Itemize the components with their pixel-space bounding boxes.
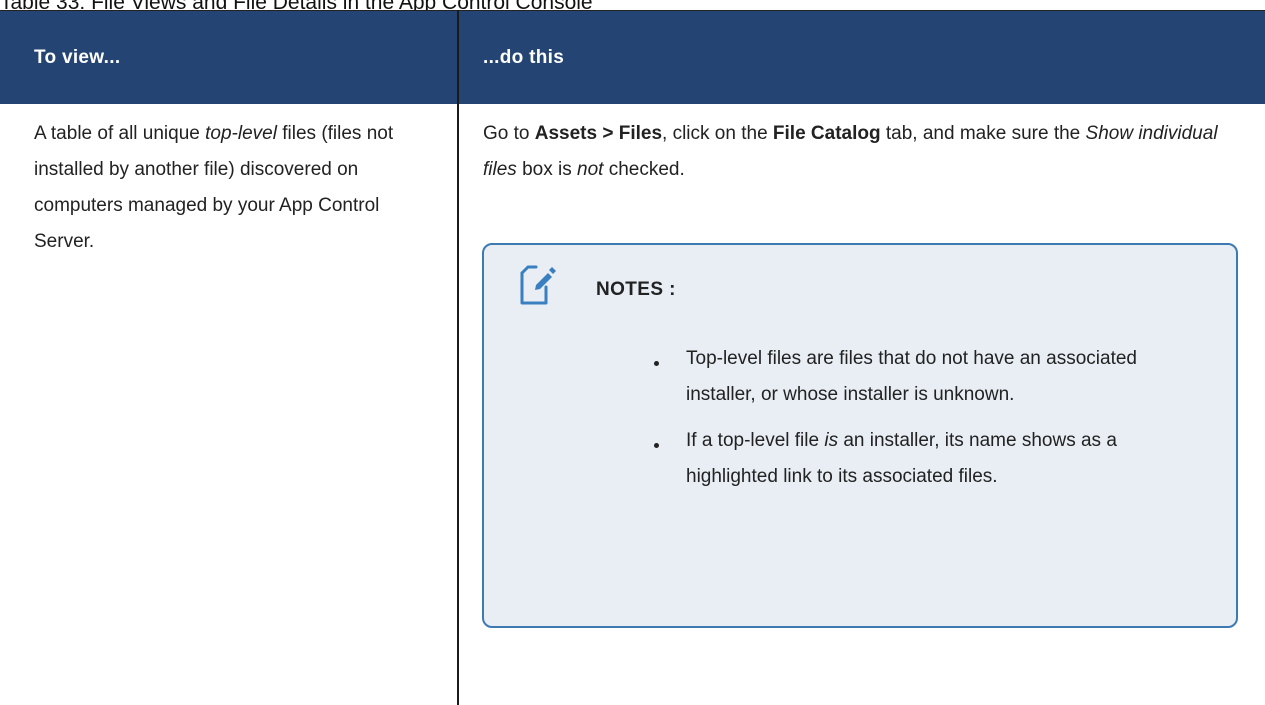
note-pencil-icon	[518, 265, 558, 307]
notes-list: Top-level files are files that do not ha…	[644, 341, 1204, 505]
table-header: To view... ...do this	[0, 11, 1265, 104]
menu-path-assets-files: Assets > Files	[534, 123, 663, 144]
list-item: If a top-level file is an installer, its…	[644, 423, 1204, 495]
cell-text-italic: not	[577, 159, 604, 180]
column-divider	[457, 10, 459, 705]
note-text: If a top-level file	[686, 430, 825, 451]
cell-text: A table of all unique	[34, 123, 206, 144]
cell-text-italic: top-level	[205, 123, 277, 144]
bullet-icon	[654, 443, 659, 448]
cell-text: tab, and make sure the	[880, 123, 1086, 144]
file-catalog-tab-name: File Catalog	[772, 123, 881, 144]
row-view-cell: A table of all unique top-level files (f…	[34, 116, 434, 260]
row-action-cell: Go to Assets > Files, click on the File …	[483, 116, 1253, 188]
column-header-to-view: To view...	[34, 46, 121, 68]
bullet-icon	[654, 361, 659, 366]
notes-title: NOTES :	[596, 279, 676, 300]
notes-callout: NOTES : Top-level files are files that d…	[482, 243, 1238, 628]
note-text-italic: is	[824, 430, 839, 451]
cell-text: checked.	[603, 159, 685, 180]
file-views-table: To view... ...do this A table of all uni…	[0, 10, 1265, 705]
cell-text: box is	[516, 159, 577, 180]
cell-text: , click on the	[662, 123, 773, 144]
cell-text: Go to	[483, 123, 535, 144]
list-item: Top-level files are files that do not ha…	[644, 341, 1204, 413]
column-header-do-this: ...do this	[483, 46, 565, 68]
note-text: Top-level files are files that do not ha…	[686, 348, 1137, 405]
